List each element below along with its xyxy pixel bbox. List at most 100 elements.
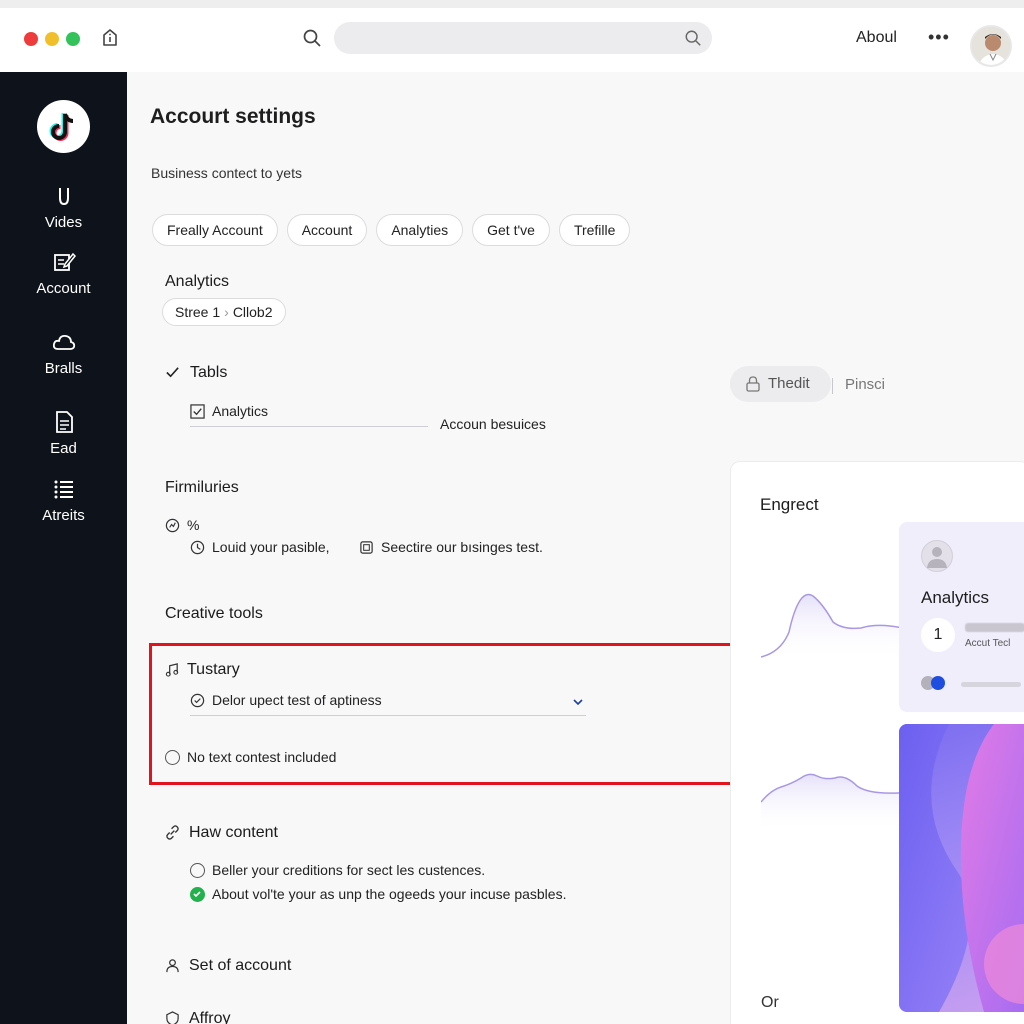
set-of-account-row[interactable]: Set of account: [165, 957, 291, 975]
sidebar-item-bralls[interactable]: Bralls: [0, 330, 127, 377]
firmiluries-item-1[interactable]: Louid your pasible,: [190, 539, 330, 555]
sidebar-item-label: Bralls: [44, 360, 83, 377]
engagement-curve-top: [761, 593, 911, 662]
cloud-icon: [52, 334, 75, 350]
divider: [190, 426, 428, 427]
sidebar: Vides Account Bralls Ead Atreits: [0, 72, 127, 1024]
checkbox-icon: [190, 404, 205, 419]
gradient-artwork-image: [899, 724, 1024, 1012]
percent-label: %: [187, 517, 200, 533]
tabls-heading: Tabls: [190, 364, 228, 381]
tab-get-tve[interactable]: Get t've: [472, 214, 550, 246]
card-progress-bar: [961, 682, 1021, 687]
minimize-window-button[interactable]: [45, 32, 59, 46]
card-indicator-dots: [921, 676, 946, 695]
panel-title: Engrect: [760, 495, 819, 514]
search-submit-icon[interactable]: [684, 29, 702, 47]
search-icon[interactable]: [302, 28, 322, 48]
sidebar-item-label: Atreits: [42, 507, 85, 524]
pinsci-link[interactable]: Pinsci: [831, 376, 885, 394]
dropdown-value: Delor upect test of aptiness: [212, 692, 382, 708]
music-note-logo-icon: [49, 113, 74, 141]
tustary-row[interactable]: Tustary: [165, 661, 240, 679]
sidebar-item-atreits[interactable]: Atreits: [0, 477, 127, 524]
user-icon: [166, 959, 179, 973]
chart-circle-icon: [165, 518, 180, 533]
tab-account[interactable]: Account: [286, 214, 368, 246]
link-icon: [166, 825, 179, 840]
option-label: About vol'te your as unp the ogeeds your…: [212, 886, 567, 902]
lock-icon: [746, 376, 760, 392]
radio-button[interactable]: [190, 863, 205, 878]
firmiluries-heading: Firmiluries: [165, 479, 239, 496]
firmiluries-item-2[interactable]: Seectire our bısinges test.: [359, 539, 543, 555]
sidebar-item-label: Ead: [50, 440, 77, 457]
firmiluries-item-label: Seectire our bısinges test.: [381, 539, 543, 555]
analytics-card[interactable]: Analytics 1 Accut Tecl: [899, 522, 1024, 712]
search-bar[interactable]: [334, 22, 712, 54]
checkbox-label: Analytics: [212, 403, 269, 419]
avatar[interactable]: [970, 25, 1012, 67]
sidebar-item-label: Vides: [44, 214, 83, 231]
radio-button[interactable]: [165, 750, 180, 765]
sidebar-item-account[interactable]: Account: [0, 250, 127, 297]
tab-freally-account[interactable]: Freally Account: [152, 214, 278, 246]
breadcrumb-item-1[interactable]: Stree 1: [175, 304, 220, 320]
about-link[interactable]: Aboul: [856, 29, 897, 47]
search-input[interactable]: [348, 22, 668, 54]
creative-tool-dropdown[interactable]: Delor upect test of aptiness: [190, 692, 586, 716]
page-title: Accourt settings: [150, 105, 316, 128]
info-icon[interactable]: [100, 28, 120, 48]
list-icon: [54, 480, 73, 499]
card-caption: Accut Tecl: [965, 638, 1011, 649]
percent-row: %: [165, 517, 199, 533]
shield-icon: [166, 1011, 179, 1024]
checkmark-icon: [193, 891, 201, 898]
more-options-icon[interactable]: •••: [928, 28, 950, 46]
creative-tools-heading: Creative tools: [165, 605, 263, 622]
haw-content-option-1[interactable]: Beller your creditions for sect les cust…: [190, 862, 485, 878]
abstract-shape-image: [899, 724, 1024, 1012]
image-icon: [360, 541, 373, 554]
thedit-button[interactable]: Thedit: [730, 366, 831, 402]
haw-content-option-2[interactable]: About vol'te your as unp the ogeeds your…: [190, 886, 566, 902]
haw-content-heading: Haw content: [189, 824, 278, 841]
affroy-row[interactable]: Affroy: [165, 1010, 231, 1024]
engagement-curve-bottom: [761, 773, 911, 832]
sidebar-item-vides[interactable]: Vides: [0, 184, 127, 231]
set-of-account-label: Set of account: [189, 957, 292, 974]
breadcrumb-item-2[interactable]: Cllob2: [233, 304, 273, 320]
card-count: 1: [921, 618, 955, 652]
tustary-label: Tustary: [187, 661, 240, 678]
maximize-window-button[interactable]: [66, 32, 80, 46]
app-logo[interactable]: [37, 100, 90, 153]
tab-analyties[interactable]: Analyties: [376, 214, 464, 246]
sidebar-item-label: Account: [36, 280, 91, 297]
firmiluries-item-label: Louid your pasible,: [212, 539, 330, 555]
settings-tabs: Freally Account Account Analyties Get t'…: [152, 214, 631, 246]
user-icon: [921, 540, 953, 572]
document-icon: [55, 411, 73, 433]
option-label: Beller your creditions for sect les cust…: [212, 862, 486, 878]
analytics-heading: Analytics: [165, 273, 230, 290]
shield-icon: [58, 188, 69, 206]
no-text-contest-option[interactable]: No text contest included: [165, 749, 336, 765]
analytics-checkbox[interactable]: Analytics: [190, 403, 268, 419]
window-titlebar: Aboul •••: [0, 0, 1024, 72]
main-content: Accourt settings Business contect to yet…: [127, 72, 1024, 1024]
account-services-text: Accoun besuices: [440, 416, 546, 432]
tab-trefille[interactable]: Trefille: [558, 214, 631, 246]
haw-content-row[interactable]: Haw content: [165, 824, 278, 842]
card-title: Analytics: [921, 588, 990, 607]
clock-icon: [190, 540, 205, 555]
music-icon: [165, 663, 179, 677]
close-window-button[interactable]: [24, 32, 38, 46]
radio-button-checked[interactable]: [190, 887, 205, 902]
panel-footer-text: Or: [761, 994, 779, 1011]
radio-label: No text contest included: [187, 749, 337, 765]
breadcrumb-separator-icon: ›: [224, 304, 229, 320]
sidebar-item-ead[interactable]: Ead: [0, 410, 127, 457]
user-avatar-icon: [972, 27, 1010, 65]
chevron-down-icon[interactable]: [572, 696, 584, 708]
tabls-section[interactable]: Tabls: [165, 364, 227, 382]
